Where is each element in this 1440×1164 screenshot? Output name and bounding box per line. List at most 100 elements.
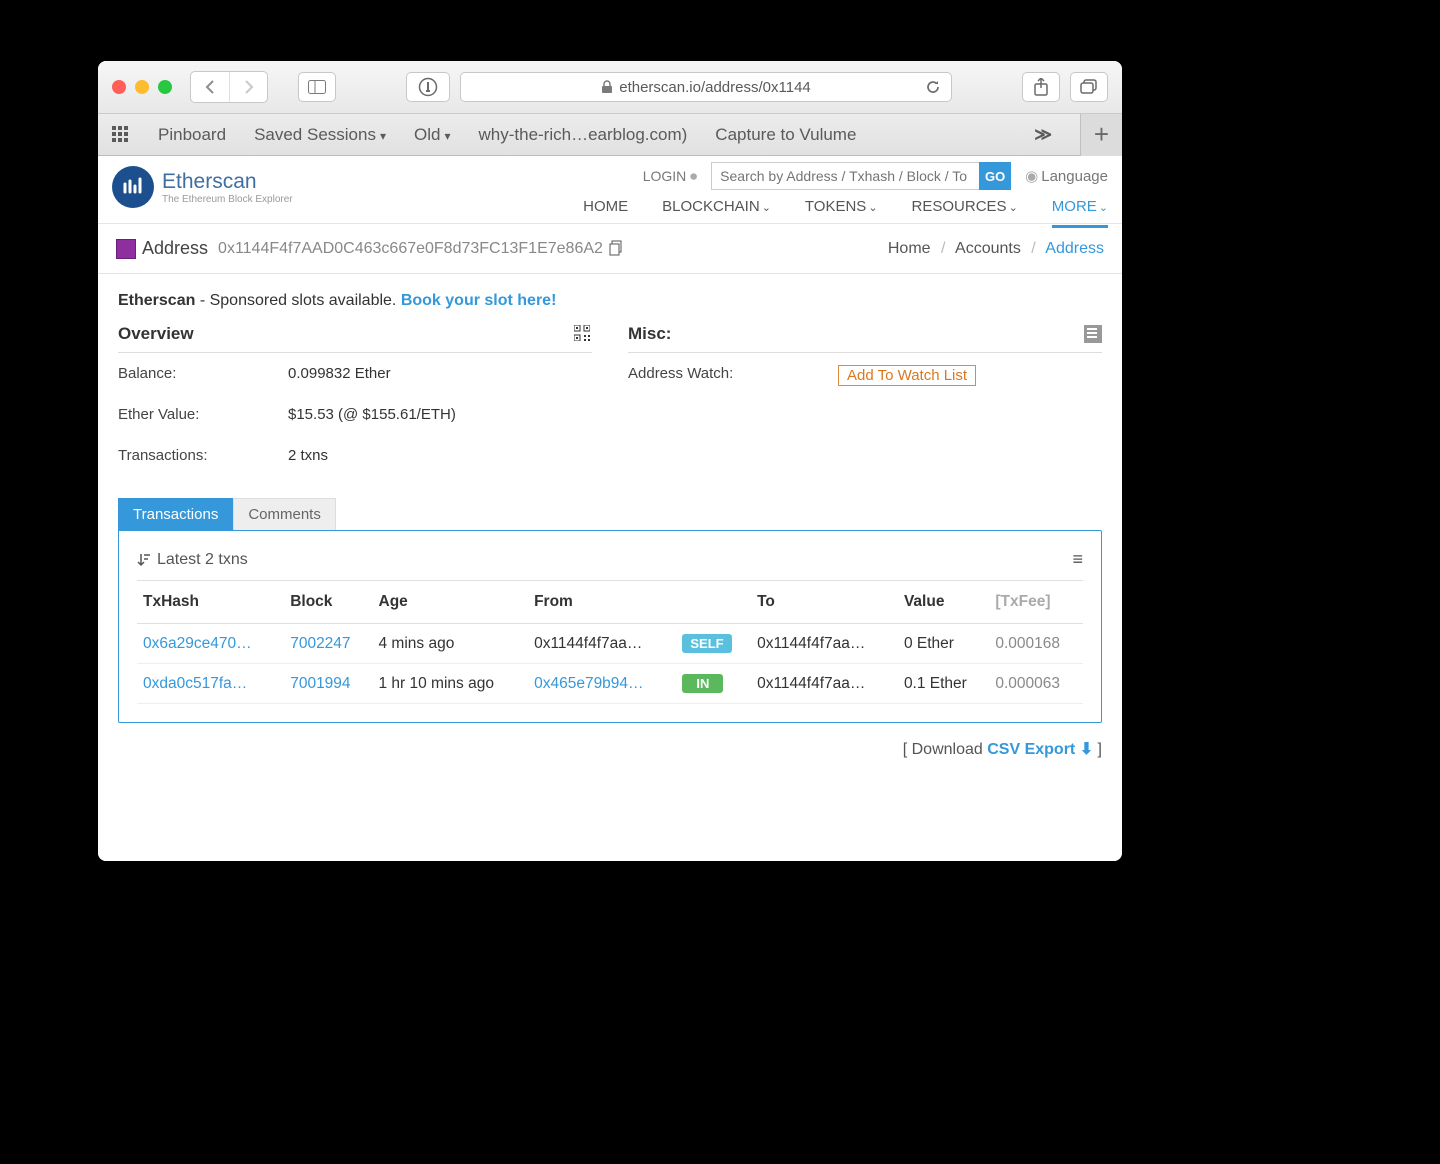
breadcrumb-current: Address (1045, 240, 1104, 257)
login-link[interactable]: LOGIN ⏺ (643, 168, 697, 185)
share-button[interactable] (1022, 72, 1060, 102)
nav-blockchain[interactable]: BLOCKCHAIN⌄ (662, 198, 771, 228)
address-header: Address 0x1144F4f7AAD0C463c667e0F8d73FC1… (98, 224, 1122, 274)
site-logo[interactable]: Etherscan The Ethereum Block Explorer (98, 156, 293, 208)
bookmark-bar: Pinboard Saved Sessions▾ Old▾ why-the-ri… (98, 114, 1122, 156)
tx-from: 0x1144f4f7aa… (528, 624, 676, 664)
chevron-down-icon: ⌄ (1009, 202, 1018, 214)
tab-comments[interactable]: Comments (233, 498, 336, 530)
bookmarks-overflow-icon[interactable]: ≫ (1034, 125, 1052, 145)
tx-to: 0x1144f4f7aa… (751, 664, 898, 704)
bookmark-capture[interactable]: Capture to Vulume (715, 125, 856, 145)
nav-resources[interactable]: RESOURCES⌄ (912, 198, 1018, 228)
ether-value-value: $15.53 (@ $155.61/ETH) (288, 406, 456, 423)
close-window-icon[interactable] (112, 80, 126, 94)
txhash-link[interactable]: 0xda0c517fa… (137, 664, 284, 704)
nav-tokens[interactable]: TOKENS⌄ (805, 198, 878, 228)
globe-icon: ◉ (1025, 168, 1038, 185)
col-value: Value (898, 581, 989, 624)
brand-tagline: The Ethereum Block Explorer (162, 194, 293, 205)
misc-title: Misc: (628, 324, 671, 344)
copy-icon[interactable] (609, 240, 627, 258)
back-button[interactable] (191, 72, 229, 102)
tx-value: 0.1 Ether (898, 664, 989, 704)
tx-value: 0 Ether (898, 624, 989, 664)
tx-fee: 0.000168 (989, 624, 1083, 664)
transactions-panel: Latest 2 txns ≡ TxHash Block Age From To… (118, 530, 1102, 723)
url-text: etherscan.io/address/0x1144 (619, 79, 811, 96)
bookmark-why-the-rich[interactable]: why-the-rich…earblog.com) (479, 125, 688, 145)
list-icon[interactable] (1084, 325, 1102, 343)
balance-label: Balance: (118, 365, 288, 382)
chevron-down-icon: ⌄ (762, 202, 771, 214)
table-row: 0xda0c517fa…70019941 hr 10 mins ago0x465… (137, 664, 1083, 704)
direction-badge: IN (682, 674, 723, 693)
forward-button[interactable] (229, 72, 267, 102)
chevron-down-icon: ⌄ (1099, 202, 1108, 214)
col-to: To (751, 581, 898, 624)
apps-icon[interactable] (112, 126, 130, 144)
block-link[interactable]: 7002247 (284, 624, 372, 664)
search-input[interactable] (711, 162, 979, 190)
download-suffix: ] (1093, 741, 1102, 758)
bookmark-pinboard[interactable]: Pinboard (158, 125, 226, 145)
col-direction (676, 581, 751, 624)
refresh-icon[interactable] (925, 79, 941, 95)
browser-window: etherscan.io/address/0x1144 Pinboard Sav… (98, 61, 1122, 861)
password-manager-button[interactable] (406, 72, 450, 102)
tabs-button[interactable] (1070, 72, 1108, 102)
url-bar[interactable]: etherscan.io/address/0x1144 (460, 72, 952, 102)
logo-icon (112, 166, 154, 208)
brand-name: Etherscan (162, 170, 293, 194)
tab-transactions[interactable]: Transactions (118, 498, 233, 530)
search-go-button[interactable]: GO (979, 162, 1011, 190)
qr-icon[interactable] (574, 325, 592, 343)
lock-icon (601, 80, 613, 94)
download-icon: ⬇ (1080, 741, 1093, 758)
misc-panel: Misc: Address Watch: Add To Watch List (628, 324, 1102, 476)
sidebar-toggle-button[interactable] (298, 72, 336, 102)
site-header: Etherscan The Ethereum Block Explorer LO… (98, 156, 1122, 224)
col-block: Block (284, 581, 372, 624)
main-nav: HOME BLOCKCHAIN⌄ TOKENS⌄ RESOURCES⌄ MORE… (583, 198, 1108, 228)
sponsor-link[interactable]: Book your slot here! (401, 292, 557, 309)
maximize-window-icon[interactable] (158, 80, 172, 94)
latest-txns-label: Latest 2 txns (157, 551, 248, 569)
address-hash: 0x1144F4f7AAD0C463c667e0F8d73FC13F1E7e86… (218, 240, 603, 258)
identicon-icon (116, 239, 136, 259)
overview-panel: Overview Balance:0.099832 Ether Ether Va… (118, 324, 592, 476)
add-watchlist-button[interactable]: Add To Watch List (838, 365, 976, 386)
search-form: GO (711, 162, 1011, 190)
page-content: Etherscan The Ethereum Block Explorer LO… (98, 156, 1122, 861)
csv-export-link[interactable]: CSV Export ⬇ (987, 741, 1093, 758)
tx-age: 4 mins ago (373, 624, 529, 664)
bookmark-saved-sessions[interactable]: Saved Sessions▾ (254, 125, 386, 145)
sponsor-brand: Etherscan (118, 292, 195, 309)
panel-menu-icon[interactable]: ≡ (1072, 549, 1083, 570)
tx-fee: 0.000063 (989, 664, 1083, 704)
col-txhash: TxHash (137, 581, 284, 624)
bookmark-old[interactable]: Old▾ (414, 125, 451, 145)
language-selector[interactable]: ◉Language (1025, 167, 1108, 185)
tx-age: 1 hr 10 mins ago (373, 664, 529, 704)
tabs-section: Transactions Comments Latest 2 txns ≡ Tx… (98, 476, 1122, 723)
nav-home[interactable]: HOME (583, 198, 628, 228)
tabs: Transactions Comments (118, 498, 1102, 530)
chevron-down-icon: ▾ (380, 129, 386, 143)
breadcrumb-home[interactable]: Home (888, 240, 931, 257)
sponsor-banner: Etherscan - Sponsored slots available. B… (98, 274, 1122, 324)
window-controls (112, 80, 172, 94)
breadcrumb: Home / Accounts / Address (888, 240, 1104, 258)
info-panels: Overview Balance:0.099832 Ether Ether Va… (98, 324, 1122, 476)
sort-icon[interactable] (137, 552, 151, 568)
nav-more[interactable]: MORE⌄ (1052, 198, 1108, 228)
breadcrumb-accounts[interactable]: Accounts (955, 240, 1021, 257)
block-link[interactable]: 7001994 (284, 664, 372, 704)
txhash-link[interactable]: 0x6a29ce470… (137, 624, 284, 664)
col-age: Age (373, 581, 529, 624)
col-fee: [TxFee] (989, 581, 1083, 624)
minimize-window-icon[interactable] (135, 80, 149, 94)
overview-title: Overview (118, 324, 194, 344)
tx-from[interactable]: 0x465e79b94… (528, 664, 676, 704)
new-tab-button[interactable]: + (1080, 114, 1122, 156)
